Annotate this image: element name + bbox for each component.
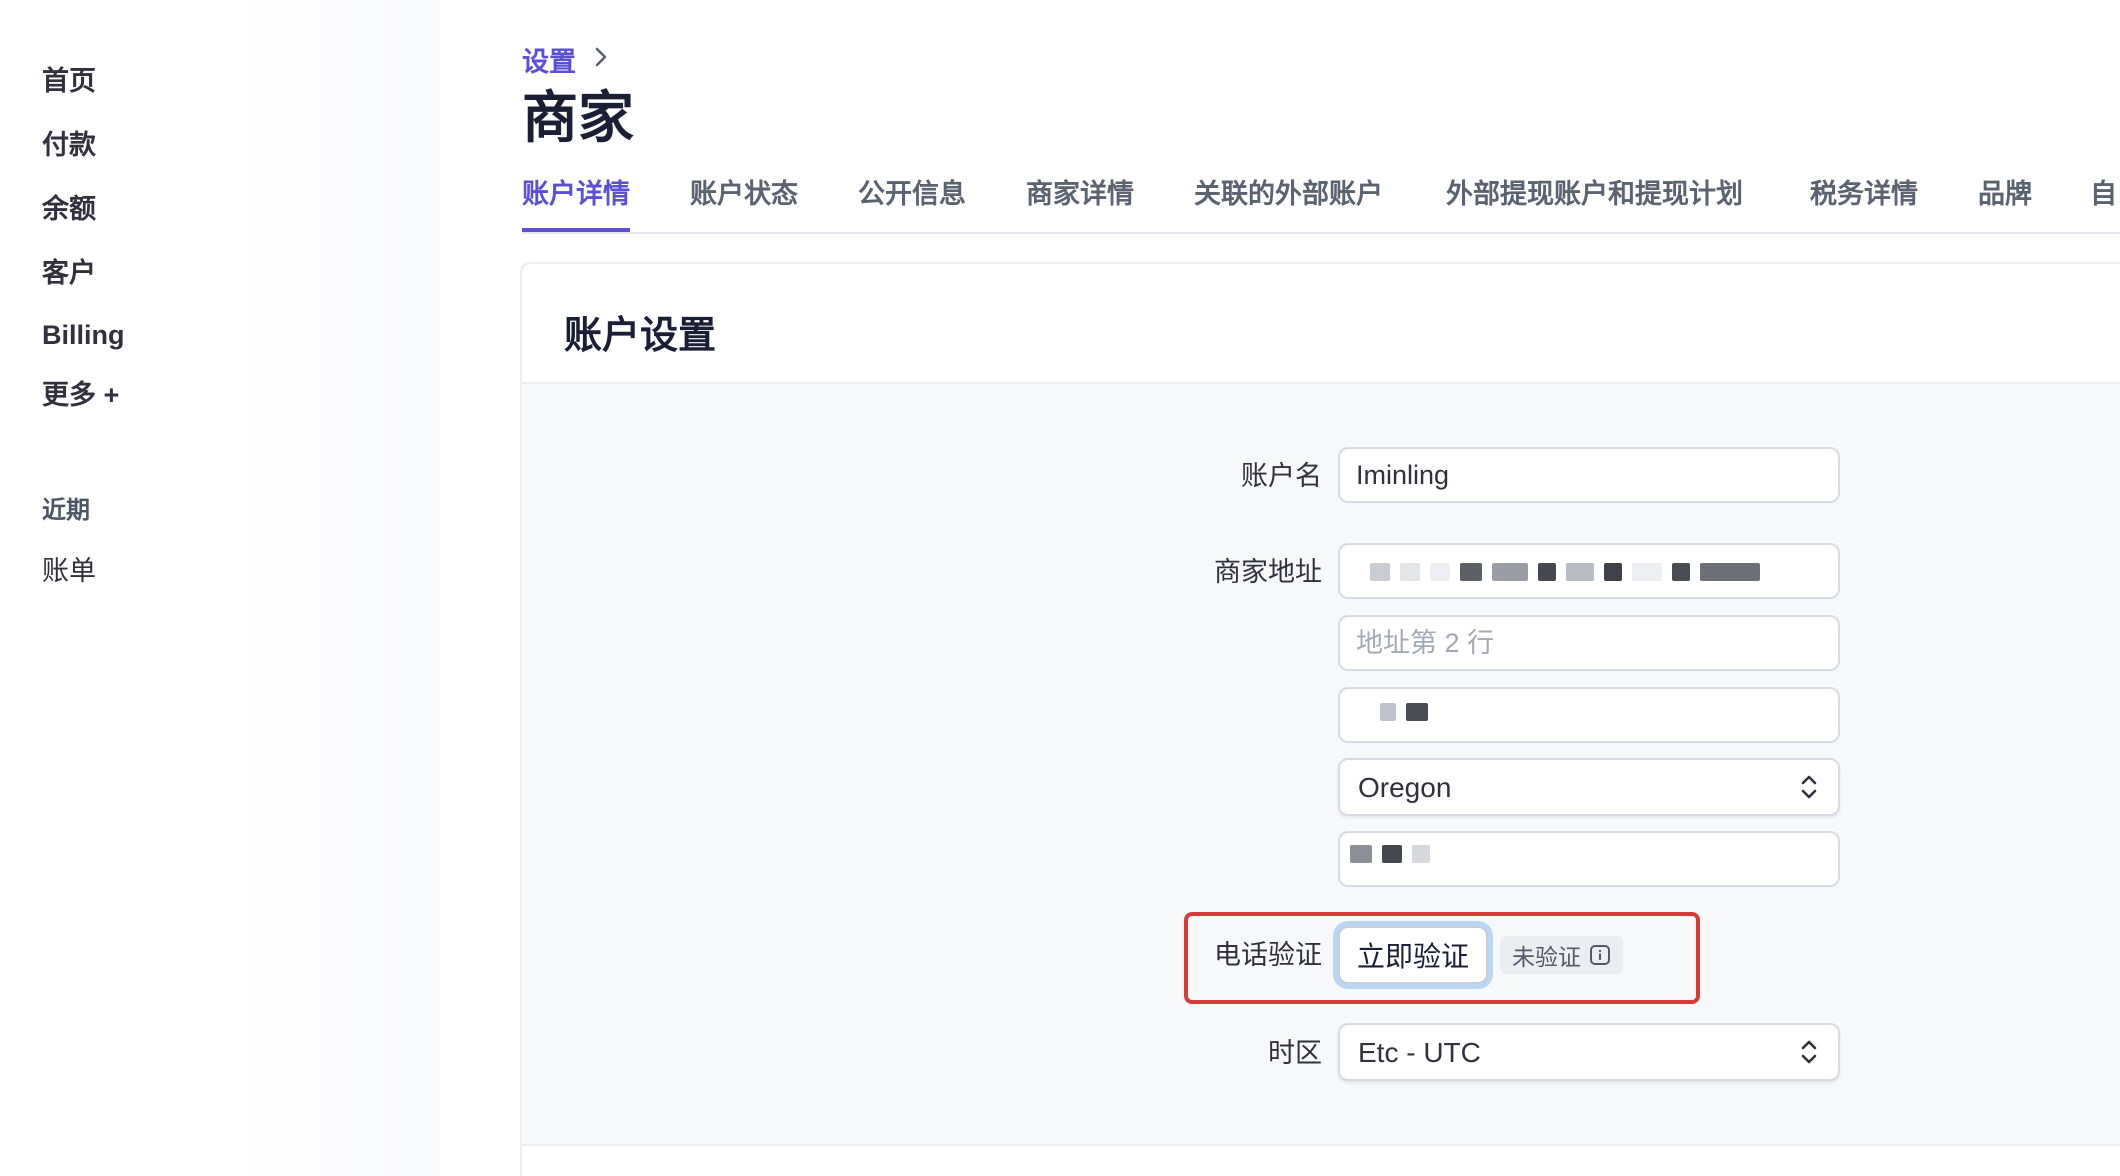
tab-account-status[interactable]: 账户状态 bbox=[690, 174, 798, 228]
sidebar-item-payments[interactable]: 付款 bbox=[42, 128, 96, 162]
verify-now-button[interactable]: 立即验证 bbox=[1338, 926, 1488, 984]
timezone-label: 时区 bbox=[1268, 1038, 1322, 1068]
tab-bar: 账户详情 账户状态 公开信息 商家详情 关联的外部账户 外部提现账户和提现计划 … bbox=[522, 170, 2120, 234]
tab-public-info[interactable]: 公开信息 bbox=[858, 174, 966, 228]
address-line2-input[interactable] bbox=[1338, 615, 1840, 671]
unverified-badge-label: 未验证 bbox=[1512, 944, 1581, 970]
page-title: 商家 bbox=[522, 86, 634, 149]
card-header: 账户设置 bbox=[522, 264, 2120, 384]
state-select-value: Oregon bbox=[1358, 772, 1452, 803]
timezone-select[interactable]: Etc - UTC bbox=[1338, 1023, 1840, 1081]
business-address-label: 商家地址 bbox=[1214, 557, 1322, 587]
sidebar-item-more[interactable]: 更多 + bbox=[42, 378, 119, 412]
recent-item-invoices[interactable]: 账单 bbox=[42, 554, 96, 588]
sidebar-item-balance[interactable]: 余额 bbox=[42, 192, 96, 226]
unverified-badge[interactable]: 未验证 bbox=[1500, 936, 1623, 974]
chevron-right-icon bbox=[594, 44, 608, 75]
tab-external-accounts[interactable]: 关联的外部账户 bbox=[1194, 174, 1383, 228]
state-select[interactable]: Oregon bbox=[1338, 758, 1840, 816]
select-chevron-icon bbox=[1801, 1040, 1817, 1064]
account-name-input[interactable] bbox=[1338, 447, 1840, 503]
redacted-address-line1 bbox=[1370, 563, 1760, 581]
tab-branding[interactable]: 品牌 bbox=[1978, 174, 2032, 228]
sidebar-item-customers[interactable]: 客户 bbox=[42, 256, 96, 290]
info-icon bbox=[1590, 945, 1610, 965]
postal-code-input[interactable] bbox=[1338, 831, 1840, 887]
timezone-select-value: Etc - UTC bbox=[1358, 1037, 1481, 1068]
address-line1-input[interactable] bbox=[1338, 543, 1840, 599]
select-chevron-icon bbox=[1801, 775, 1817, 799]
phone-verification-label: 电话验证 bbox=[1214, 940, 1322, 970]
redacted-postal-code bbox=[1350, 845, 1430, 863]
tab-business-details[interactable]: 商家详情 bbox=[1026, 174, 1134, 228]
recent-heading: 近期 bbox=[42, 497, 90, 524]
redacted-city bbox=[1380, 703, 1428, 721]
breadcrumb: 设置 bbox=[522, 40, 608, 79]
tab-overflow[interactable]: 自 bbox=[2090, 174, 2117, 228]
sidebar-item-billing[interactable]: Billing bbox=[42, 318, 125, 352]
breadcrumb-settings-link[interactable]: 设置 bbox=[522, 40, 576, 79]
tab-payout-schedule[interactable]: 外部提现账户和提现计划 bbox=[1446, 174, 1743, 228]
tab-tax-details[interactable]: 税务详情 bbox=[1810, 174, 1918, 228]
tab-account-details[interactable]: 账户详情 bbox=[522, 174, 630, 232]
sidebar-item-home[interactable]: 首页 bbox=[42, 64, 96, 98]
city-input[interactable] bbox=[1338, 687, 1840, 743]
card-footer bbox=[522, 1144, 2120, 1176]
card-title: 账户设置 bbox=[564, 315, 717, 357]
sidebar: 首页 付款 余额 客户 Billing 更多 + 近期 账单 bbox=[0, 0, 440, 1176]
app-root: 首页 付款 余额 客户 Billing 更多 + 近期 账单 设置 商家 账户详… bbox=[0, 0, 2120, 1176]
account-name-label: 账户名 bbox=[1241, 461, 1322, 491]
